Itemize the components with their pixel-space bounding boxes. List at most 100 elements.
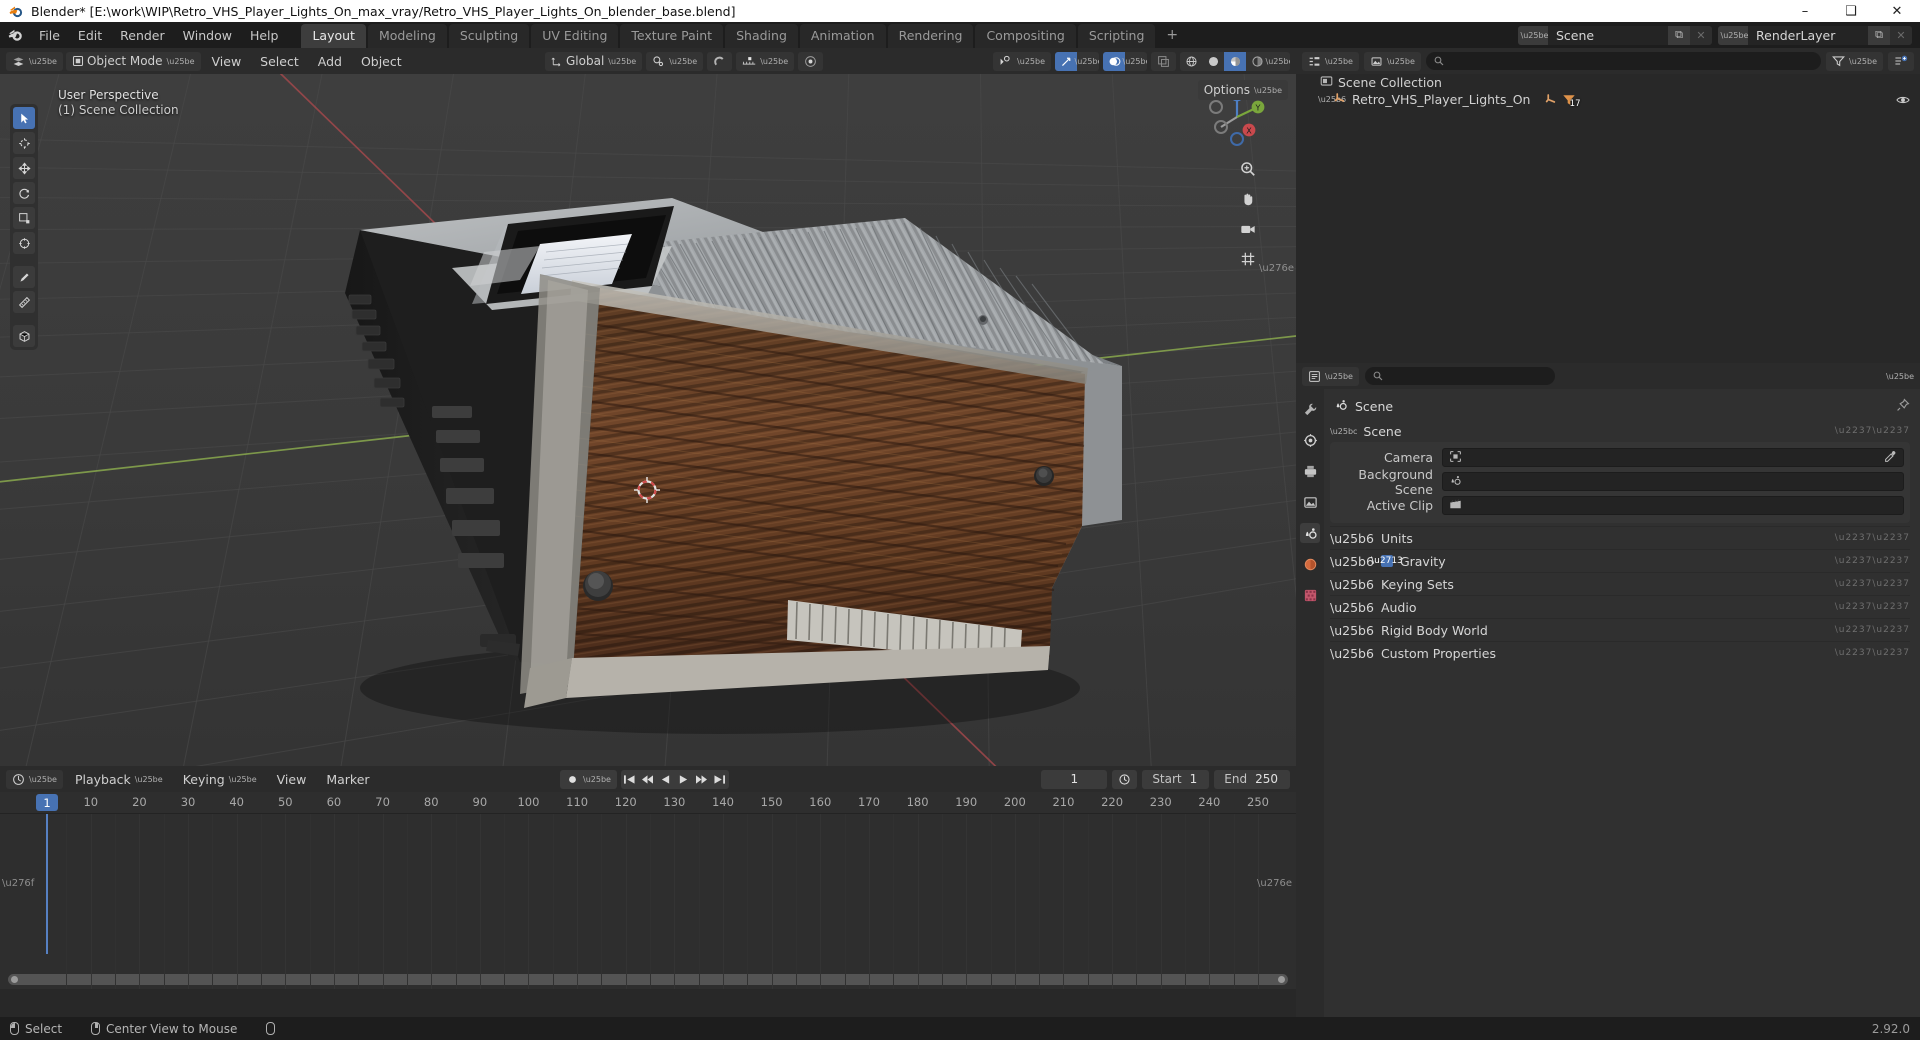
menu-window[interactable]: Window	[174, 25, 241, 46]
timeline-editor-type-selector[interactable]: \u25be	[6, 769, 63, 789]
outliner-new-collection-button[interactable]	[1888, 51, 1914, 71]
remove-view-layer-button[interactable]: ✕	[1890, 25, 1912, 45]
proportional-falloff-selector[interactable]	[798, 51, 824, 71]
toggle-orthographic-icon[interactable]	[1237, 248, 1259, 270]
timeline-ruler[interactable]: 10 20 30 40 50 60 70 80 90 100 110 120 130 140 150 160 1…	[0, 792, 1296, 814]
timeline-sidebar-arrow[interactable]: \u276f	[2, 878, 34, 889]
viewport-menu-view[interactable]: View	[204, 52, 250, 71]
shading-options-dropdown[interactable]: \u25be	[1266, 52, 1290, 71]
timeline-editor[interactable]: \u25be Playback \u25be Keying \u25be View …	[0, 766, 1296, 1017]
menu-help[interactable]: Help	[241, 25, 288, 46]
scale-tool[interactable]	[13, 207, 35, 229]
properties-tab-output[interactable]	[1300, 461, 1320, 481]
solid-shading-button[interactable]	[1202, 52, 1224, 71]
camera-view-icon[interactable]	[1237, 218, 1259, 240]
panel-header-units[interactable]: \u25b6 Units \u2237\u2237	[1330, 526, 1910, 549]
panel-header-keying-sets[interactable]: \u25b6 Keying Sets \u2237\u2237	[1330, 572, 1910, 595]
play-reverse-button[interactable]	[657, 770, 675, 789]
menu-render[interactable]: Render	[111, 25, 174, 46]
start-frame-field[interactable]: Start 1	[1142, 769, 1210, 789]
add-cube-tool[interactable]	[13, 325, 35, 347]
expand-arrow-icon[interactable]: \u25b6	[1318, 95, 1346, 104]
outliner-row-scene-collection[interactable]: Scene Collection	[1296, 74, 1920, 91]
panel-header-gravity[interactable]: \u25b6 \u2713 Gravity \u2237\u2237	[1330, 549, 1910, 572]
outliner-visibility-toggle[interactable]	[1896, 94, 1910, 106]
remove-scene-button[interactable]: ✕	[1690, 25, 1712, 45]
new-scene-button[interactable]: ⧉	[1668, 25, 1690, 45]
measure-tool[interactable]	[13, 291, 35, 313]
annotate-tool[interactable]	[13, 266, 35, 288]
blender-logo-icon[interactable]	[4, 25, 26, 45]
overlays-options-dropdown[interactable]: \u25be	[1123, 52, 1147, 71]
snap-pivot-selector[interactable]: \u25be	[646, 51, 704, 71]
outliner-search-input[interactable]	[1425, 52, 1822, 70]
timeline-menu-playback[interactable]: Playback \u25be	[67, 770, 171, 789]
jump-to-end-button[interactable]	[711, 770, 729, 789]
cursor-tool[interactable]	[13, 132, 35, 154]
material-preview-shading-button[interactable]	[1224, 51, 1246, 71]
tab-compositing[interactable]: Compositing	[975, 24, 1076, 48]
scene-selector[interactable]: \u25be Scene ⧉ ✕	[1518, 25, 1712, 45]
tab-sculpting[interactable]: Sculpting	[448, 24, 530, 48]
timeline-right-arrow[interactable]: \u276e	[1257, 878, 1292, 889]
field-input-active-clip[interactable]	[1442, 496, 1904, 515]
jump-to-start-button[interactable]	[621, 770, 639, 789]
3d-viewport[interactable]: \u25be Object Mode \u25be View Select Ad…	[0, 48, 1296, 766]
close-button[interactable]: ✕	[1874, 0, 1920, 22]
field-input-camera[interactable]	[1442, 448, 1904, 467]
outliner-display-mode-selector[interactable]: \u25be	[1363, 51, 1421, 71]
viewport-options-dropdown[interactable]: Options \u25be	[1197, 80, 1288, 100]
outliner-editor[interactable]: \u25be \u25be \u25be Scene Collection \u…	[1296, 48, 1920, 363]
properties-search-input[interactable]	[1364, 367, 1555, 385]
outliner-row-object[interactable]: \u25b6 Retro_VHS_Player_Lights_On 17	[1296, 91, 1920, 109]
scene-icon[interactable]: \u25be	[1518, 25, 1548, 45]
gizmo-options-dropdown[interactable]: \u25be	[1075, 52, 1099, 71]
add-workspace-button[interactable]: +	[1157, 24, 1187, 46]
wireframe-shading-button[interactable]	[1180, 52, 1202, 71]
new-view-layer-button[interactable]: ⧉	[1868, 25, 1890, 45]
auto-keyframe-toggle[interactable]: \u25be	[560, 769, 617, 789]
tab-rendering[interactable]: Rendering	[887, 24, 974, 48]
next-keyframe-button[interactable]	[693, 770, 711, 789]
timeline-playhead[interactable]	[46, 814, 48, 954]
timeline-menu-keying[interactable]: Keying \u25be	[175, 770, 265, 789]
panel-header-audio[interactable]: \u25b6 Audio \u2237\u2237	[1330, 595, 1910, 618]
timeline-menu-view[interactable]: View	[269, 770, 315, 789]
timeline-horizontal-scrollbar[interactable]	[8, 974, 1288, 985]
timeline-playhead-label[interactable]: 1	[36, 794, 58, 811]
pin-icon[interactable]	[1896, 398, 1910, 415]
panel-header-scene[interactable]: \u25bc Scene \u2237\u2237	[1330, 420, 1910, 442]
play-button[interactable]	[675, 770, 693, 789]
properties-tab-tool[interactable]	[1300, 399, 1320, 419]
properties-tab-render[interactable]	[1300, 430, 1320, 450]
end-frame-field[interactable]: End 250	[1214, 769, 1290, 789]
current-frame-field[interactable]: 1	[1041, 769, 1108, 789]
outliner-filter-button[interactable]: \u25be	[1826, 51, 1883, 71]
interaction-mode-selector[interactable]: Object Mode \u25be	[65, 51, 201, 71]
viewport-menu-add[interactable]: Add	[310, 52, 350, 71]
view-layer-name[interactable]: RenderLayer	[1748, 25, 1868, 45]
viewport-menu-select[interactable]: Select	[252, 52, 307, 71]
menu-edit[interactable]: Edit	[69, 25, 111, 46]
properties-tab-view-layer[interactable]	[1300, 492, 1320, 512]
properties-editor[interactable]: \u25be \u25be Scene \u25bc Scene \u2237\…	[1296, 363, 1920, 1023]
properties-header-dropdown[interactable]: \u25be	[1886, 372, 1914, 381]
properties-tab-texture[interactable]	[1300, 585, 1320, 605]
overlays-toggle-group[interactable]: \u25be	[1103, 51, 1147, 71]
xray-toggle[interactable]	[1151, 51, 1176, 71]
use-preview-range-toggle[interactable]	[1112, 769, 1138, 789]
view-layer-icon[interactable]: \u25be	[1718, 25, 1748, 45]
transform-orientation-selector[interactable]: Global \u25be	[545, 51, 643, 71]
tab-layout[interactable]: Layout	[301, 24, 366, 48]
gravity-checkbox[interactable]: \u2713	[1371, 555, 1403, 567]
maximize-button[interactable]: ❑	[1828, 0, 1874, 22]
editor-type-selector[interactable]: \u25be	[6, 51, 63, 71]
properties-tab-scene[interactable]	[1300, 523, 1320, 543]
visibility-selector[interactable]: \u25be	[993, 51, 1051, 71]
tab-texture-paint[interactable]: Texture Paint	[620, 24, 724, 48]
proportional-editing-selector[interactable]: \u25be	[736, 51, 795, 71]
rotate-tool[interactable]	[13, 182, 35, 204]
tab-scripting[interactable]: Scripting	[1077, 24, 1156, 48]
viewport-sidebar-arrow[interactable]: \u276e	[1259, 263, 1294, 274]
field-camera[interactable]: Camera	[1336, 447, 1904, 468]
